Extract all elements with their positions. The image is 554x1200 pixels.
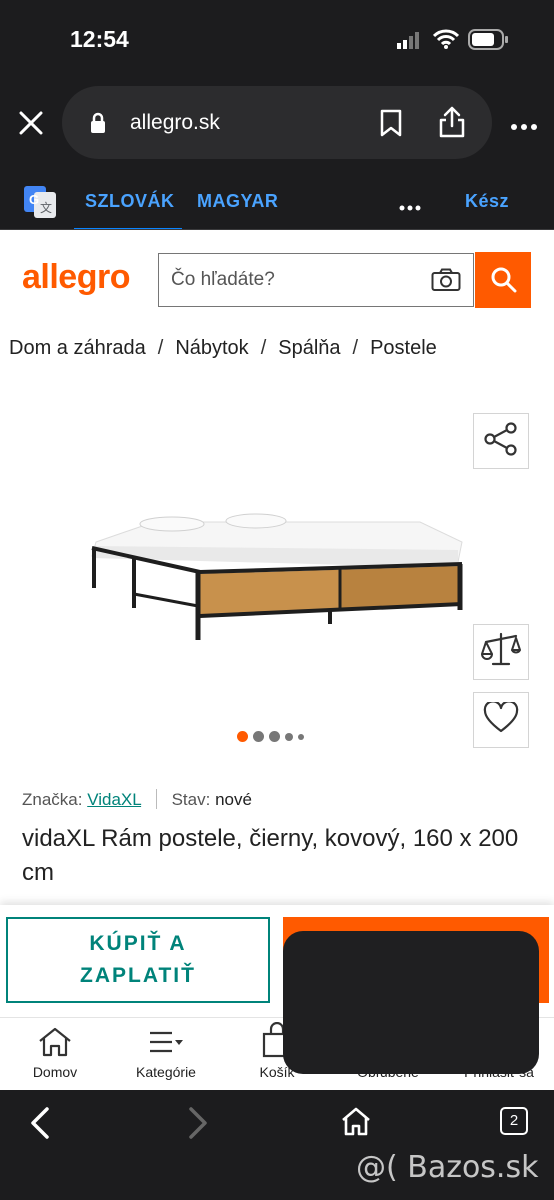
breadcrumb-separator: / (157, 337, 164, 359)
share-icon[interactable] (438, 105, 466, 144)
allegro-logo[interactable]: allegro (22, 258, 130, 297)
home-icon (37, 1026, 73, 1063)
translate-more-icon[interactable] (399, 198, 421, 216)
wifi-icon (432, 28, 460, 55)
nav-label: Domov (32, 1064, 78, 1080)
redaction-overlay (283, 931, 539, 1074)
home-icon[interactable] (341, 1107, 371, 1142)
gallery-dot[interactable] (298, 733, 304, 740)
divider (0, 229, 554, 230)
brand-label: Značka: (22, 790, 83, 809)
svg-text:G: G (29, 192, 39, 207)
battery-icon (468, 29, 510, 56)
lock-icon (90, 112, 106, 139)
more-icon[interactable] (510, 118, 538, 136)
back-icon[interactable] (28, 1106, 52, 1145)
forward-icon[interactable] (186, 1106, 210, 1145)
svg-text:文: 文 (40, 200, 52, 215)
breadcrumb-item[interactable]: Dom a záhrada (9, 337, 146, 359)
breadcrumb-separator: / (260, 337, 267, 359)
condition-value: nové (215, 790, 252, 809)
search-placeholder: Čo hľadáte? (171, 269, 275, 290)
tab-slovak-label[interactable]: SZLOVÁK (85, 191, 175, 212)
condition-label: Stav: (171, 790, 211, 809)
share-product-button[interactable] (473, 413, 529, 469)
product-title: vidaXL Rám postele, čierny, kovový, 160 … (22, 825, 519, 886)
share-icon (482, 420, 520, 463)
breadcrumb-separator: / (352, 337, 359, 359)
camera-icon[interactable] (431, 268, 461, 297)
menu-icon (148, 1030, 184, 1059)
gallery-pagination[interactable] (237, 731, 304, 742)
buy-now-label: KÚPIŤ A ZAPLATIŤ (80, 932, 196, 987)
divider (155, 789, 157, 809)
nav-label: Kategórie (136, 1064, 196, 1080)
compare-button[interactable] (473, 624, 529, 680)
breadcrumb-item[interactable]: Nábytok (175, 337, 248, 359)
tab-hungarian[interactable]: MAGYAR (197, 191, 278, 212)
done-button[interactable]: Kész (465, 191, 509, 212)
tabs-button[interactable]: 2 (500, 1107, 528, 1135)
product-image[interactable] (84, 506, 472, 651)
breadcrumb: Dom a záhrada / Nábytok / Spálňa / Postele (9, 337, 437, 360)
search-icon (490, 266, 518, 299)
signal-icon (395, 30, 425, 55)
breadcrumb-item[interactable]: Postele (370, 337, 437, 359)
bookmark-icon[interactable] (379, 109, 403, 142)
gallery-dot[interactable] (253, 731, 264, 742)
search-input[interactable]: Čo hľadáte? (158, 253, 474, 307)
status-time: 12:54 (70, 26, 129, 52)
favorite-button[interactable] (473, 692, 529, 748)
google-translate-icon: G文 (24, 186, 56, 223)
breadcrumb-item[interactable]: Spálňa (278, 337, 340, 359)
gallery-dot-active[interactable] (237, 731, 248, 742)
url-bar[interactable] (62, 86, 492, 159)
search-button[interactable] (475, 252, 531, 308)
buy-now-button[interactable]: KÚPIŤ A ZAPLATIŤ (6, 917, 270, 1003)
heart-icon (483, 699, 519, 739)
scales-icon (481, 630, 521, 675)
gallery-dot[interactable] (269, 731, 280, 742)
product-meta: Značka: VidaXL Stav: nové (22, 789, 252, 810)
gallery-dot[interactable] (285, 732, 293, 741)
brand-link[interactable]: VidaXL (87, 790, 141, 809)
url-text[interactable]: allegro.sk (130, 111, 220, 135)
close-icon[interactable] (18, 110, 44, 141)
watermark-text: @( Bazos.sk (356, 1150, 539, 1185)
